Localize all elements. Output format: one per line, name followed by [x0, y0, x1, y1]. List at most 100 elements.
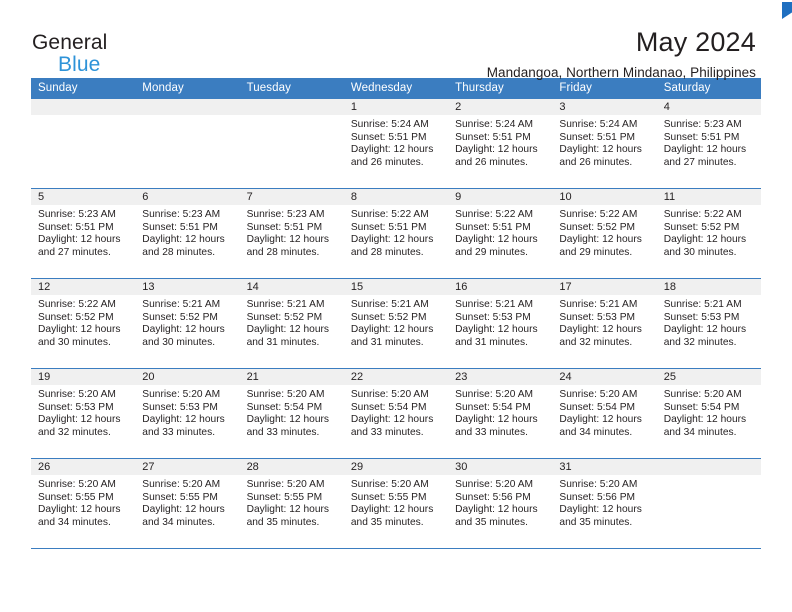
day-sun-info: Sunrise: 5:20 AM Sunset: 5:54 PM Daylight:… [448, 385, 552, 439]
day-number: 5 [31, 189, 136, 205]
calendar-day-cell[interactable]: 30 Sunrise: 5:20 AM Sunset: 5:56 PM Dayligh… [448, 459, 553, 548]
sunrise-text: Sunrise: 5:20 AM [455, 389, 534, 400]
calendar-day-cell[interactable]: 17 Sunrise: 5:21 AM Sunset: 5:53 PM Dayligh… [552, 279, 657, 368]
sunrise-text: Sunrise: 5:23 AM [246, 209, 325, 220]
calendar-day-cell[interactable]: 29 Sunrise: 5:20 AM Sunset: 5:55 PM Dayligh… [343, 459, 449, 548]
calendar-day-cell[interactable]: 11 Sunrise: 5:22 AM Sunset: 5:52 PM Dayligh… [656, 189, 761, 278]
calendar-day-cell[interactable]: 22 Sunrise: 5:20 AM Sunset: 5:54 PM Dayligh… [343, 369, 449, 458]
sunrise-text: Sunrise: 5:22 AM [38, 299, 116, 310]
calendar-day-cell[interactable]: 19 Sunrise: 5:20 AM Sunset: 5:53 PM Dayligh… [31, 369, 136, 458]
day-number: 24 [552, 369, 657, 385]
calendar-day-cell[interactable]: 7 Sunrise: 5:23 AM Sunset: 5:51 PM Daylight… [239, 189, 344, 278]
day-number: 9 [448, 189, 553, 205]
page-header: General Blue May 2024 Mandangoa, Norther… [0, 0, 792, 80]
sunrise-text: Sunrise: 5:20 AM [559, 389, 638, 400]
brand-logo[interactable]: General Blue [32, 2, 792, 75]
day-number: 23 [448, 369, 553, 385]
sunset-text: Sunset: 5:54 PM [663, 401, 740, 413]
calendar-day-cell[interactable]: 1 Sunrise: 5:24 AM Sunset: 5:51 PM Daylight… [343, 99, 449, 188]
calendar-day-cell[interactable]: 10 Sunrise: 5:22 AM Sunset: 5:52 PM Dayligh… [552, 189, 657, 278]
day-number: 15 [343, 279, 449, 295]
sunset-text: Sunset: 5:54 PM [350, 401, 427, 413]
calendar-weeks: 1 Sunrise: 5:24 AM Sunset: 5:51 PM Daylight… [31, 99, 761, 549]
daylight-text-line1: Daylight: 12 hours [559, 144, 642, 156]
calendar-day-cell[interactable]: 27 Sunrise: 5:20 AM Sunset: 5:55 PM Dayligh… [135, 459, 240, 548]
daylight-text-line1: Daylight: 12 hours [350, 234, 434, 246]
daylight-text-line1: Daylight: 12 hours [455, 324, 538, 336]
calendar-cell-empty [239, 99, 344, 188]
day-number: 1 [343, 99, 449, 115]
sunset-text: Sunset: 5:55 PM [246, 491, 323, 503]
calendar-week-row: 19 Sunrise: 5:20 AM Sunset: 5:53 PM Dayligh… [31, 369, 761, 459]
calendar-day-cell[interactable]: 31 Sunrise: 5:20 AM Sunset: 5:56 PM Dayligh… [552, 459, 657, 548]
calendar-day-cell[interactable]: 20 Sunrise: 5:20 AM Sunset: 5:53 PM Dayligh… [135, 369, 240, 458]
calendar-day-cell[interactable]: 5 Sunrise: 5:23 AM Sunset: 5:51 PM Daylight… [31, 189, 136, 278]
sunrise-text: Sunrise: 5:21 AM [142, 299, 221, 310]
day-number: 10 [552, 189, 657, 205]
sunset-text: Sunset: 5:51 PM [455, 221, 531, 233]
calendar-day-cell[interactable]: 3 Sunrise: 5:24 AM Sunset: 5:51 PM Daylight… [552, 99, 657, 188]
day-sun-info: Sunrise: 5:21 AM Sunset: 5:53 PM Daylight:… [552, 295, 656, 349]
sunrise-text: Sunrise: 5:20 AM [246, 389, 325, 400]
calendar-day-cell[interactable]: 28 Sunrise: 5:20 AM Sunset: 5:55 PM Dayligh… [239, 459, 344, 548]
sunset-text: Sunset: 5:51 PM [142, 221, 218, 233]
weekday-header-tuesday: Tuesday [246, 82, 291, 94]
daylight-text-line2: and 31 minutes. [246, 336, 320, 348]
daylight-text-line2: and 31 minutes. [455, 336, 528, 348]
day-sun-info: Sunrise: 5:21 AM Sunset: 5:53 PM Daylight:… [448, 295, 552, 349]
daylight-text-line2: and 35 minutes. [455, 516, 528, 528]
calendar-day-cell[interactable]: 23 Sunrise: 5:20 AM Sunset: 5:54 PM Dayligh… [448, 369, 553, 458]
calendar-grid: Sunday Monday Tuesday Wednesday Thursday Frid… [31, 78, 761, 549]
calendar-page: General Blue May 2024 Mandangoa, Norther… [0, 0, 792, 612]
day-sun-info: Sunrise: 5:20 AM Sunset: 5:54 PM Daylight:… [657, 385, 761, 439]
daylight-text-line1: Daylight: 12 hours [38, 324, 121, 336]
calendar-day-cell[interactable]: 16 Sunrise: 5:21 AM Sunset: 5:53 PM Dayligh… [448, 279, 553, 368]
calendar-day-cell[interactable]: 2 Sunrise: 5:24 AM Sunset: 5:51 PM Daylight… [448, 99, 553, 188]
calendar-day-cell[interactable]: 18 Sunrise: 5:21 AM Sunset: 5:53 PM Dayligh… [656, 279, 761, 368]
day-number [656, 459, 761, 475]
calendar-day-cell[interactable]: 26 Sunrise: 5:20 AM Sunset: 5:55 PM Dayligh… [31, 459, 136, 548]
sunset-text: Sunset: 5:51 PM [559, 131, 636, 143]
weekday-header-monday: Monday [142, 82, 184, 94]
sunset-text: Sunset: 5:52 PM [246, 311, 323, 323]
sunrise-text: Sunrise: 5:21 AM [350, 299, 429, 310]
day-number: 17 [552, 279, 657, 295]
weekday-header-friday: Friday [559, 82, 592, 94]
calendar-day-cell[interactable]: 24 Sunrise: 5:20 AM Sunset: 5:54 PM Dayligh… [552, 369, 657, 458]
daylight-text-line2: and 35 minutes. [350, 516, 424, 528]
day-sun-info: Sunrise: 5:22 AM Sunset: 5:52 PM Daylight:… [552, 205, 656, 259]
day-sun-info: Sunrise: 5:20 AM Sunset: 5:54 PM Daylight:… [240, 385, 344, 439]
day-number: 16 [448, 279, 553, 295]
calendar-day-cell[interactable]: 8 Sunrise: 5:22 AM Sunset: 5:51 PM Daylight… [343, 189, 449, 278]
sunrise-text: Sunrise: 5:22 AM [350, 209, 429, 220]
sunrise-text: Sunrise: 5:24 AM [559, 119, 638, 130]
sunset-text: Sunset: 5:53 PM [663, 311, 740, 323]
day-number [239, 99, 344, 115]
daylight-text-line1: Daylight: 12 hours [350, 414, 434, 426]
day-number: 20 [135, 369, 240, 385]
day-number: 12 [31, 279, 136, 295]
calendar-day-cell[interactable]: 14 Sunrise: 5:21 AM Sunset: 5:52 PM Dayligh… [239, 279, 344, 368]
sunset-text: Sunset: 5:52 PM [142, 311, 218, 323]
calendar-day-cell[interactable]: 6 Sunrise: 5:23 AM Sunset: 5:51 PM Daylight… [135, 189, 240, 278]
day-number: 21 [239, 369, 344, 385]
calendar-day-cell[interactable]: 9 Sunrise: 5:22 AM Sunset: 5:51 PM Daylight… [448, 189, 553, 278]
sunset-text: Sunset: 5:51 PM [246, 221, 323, 233]
sunrise-text: Sunrise: 5:20 AM [38, 479, 116, 490]
calendar-day-cell[interactable]: 12 Sunrise: 5:22 AM Sunset: 5:52 PM Dayligh… [31, 279, 136, 368]
daylight-text-line1: Daylight: 12 hours [246, 414, 330, 426]
daylight-text-line2: and 26 minutes. [455, 156, 528, 168]
calendar-day-cell[interactable]: 21 Sunrise: 5:20 AM Sunset: 5:54 PM Dayligh… [239, 369, 344, 458]
calendar-day-cell[interactable]: 25 Sunrise: 5:20 AM Sunset: 5:54 PM Dayligh… [656, 369, 761, 458]
day-number: 11 [656, 189, 761, 205]
sunset-text: Sunset: 5:51 PM [350, 221, 427, 233]
calendar-day-cell[interactable]: 4 Sunrise: 5:23 AM Sunset: 5:51 PM Daylight… [656, 99, 761, 188]
calendar-day-cell[interactable]: 15 Sunrise: 5:21 AM Sunset: 5:52 PM Dayligh… [343, 279, 449, 368]
day-sun-info: Sunrise: 5:23 AM Sunset: 5:51 PM Daylight:… [657, 115, 761, 169]
calendar-day-cell[interactable]: 13 Sunrise: 5:21 AM Sunset: 5:52 PM Dayligh… [135, 279, 240, 368]
day-sun-info: Sunrise: 5:24 AM Sunset: 5:51 PM Daylight:… [552, 115, 656, 169]
day-sun-info: Sunrise: 5:20 AM Sunset: 5:55 PM Daylight:… [31, 475, 135, 529]
day-number: 19 [31, 369, 136, 385]
sunrise-text: Sunrise: 5:22 AM [663, 209, 742, 220]
daylight-text-line2: and 30 minutes. [142, 336, 216, 348]
